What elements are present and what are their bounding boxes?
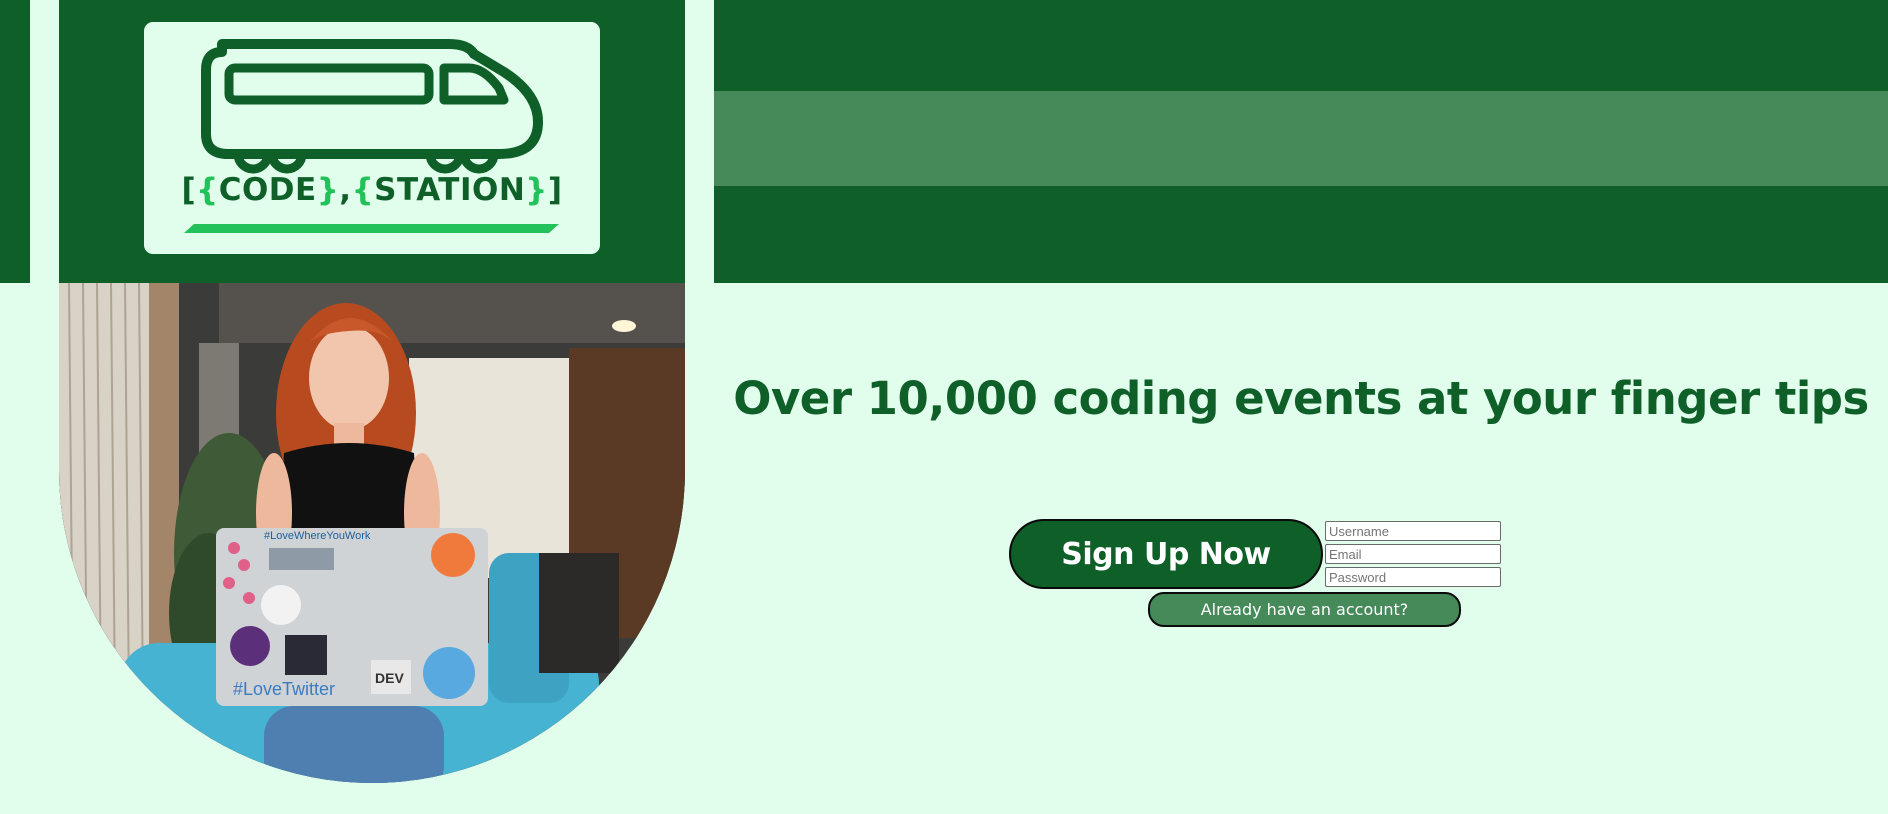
username-field[interactable] [1325, 521, 1501, 541]
password-field[interactable] [1325, 567, 1501, 587]
left-accent-strip [0, 0, 30, 283]
email-field[interactable] [1325, 544, 1501, 564]
hero-photo: #LoveWhereYouWork #LoveTwitter DEV [59, 283, 685, 783]
banner-stripe [714, 91, 1888, 186]
sticker-dev-text: DEV [375, 670, 404, 686]
login-button[interactable]: Already have an account? [1148, 592, 1461, 627]
page-headline: Over 10,000 coding events at your finger… [733, 372, 1869, 425]
logo-wordmark: [{CODE},{STATION}] [181, 172, 563, 208]
header-banner [714, 0, 1888, 283]
logo-panel: [{CODE},{STATION}] [59, 0, 685, 283]
sticker-top-text: #LoveWhereYouWork [264, 530, 371, 542]
logo[interactable]: [{CODE},{STATION}] [144, 22, 600, 254]
sticker-bottom-text: #LoveTwitter [233, 679, 335, 699]
sign-up-button[interactable]: Sign Up Now [1009, 519, 1323, 589]
train-icon [184, 39, 559, 233]
